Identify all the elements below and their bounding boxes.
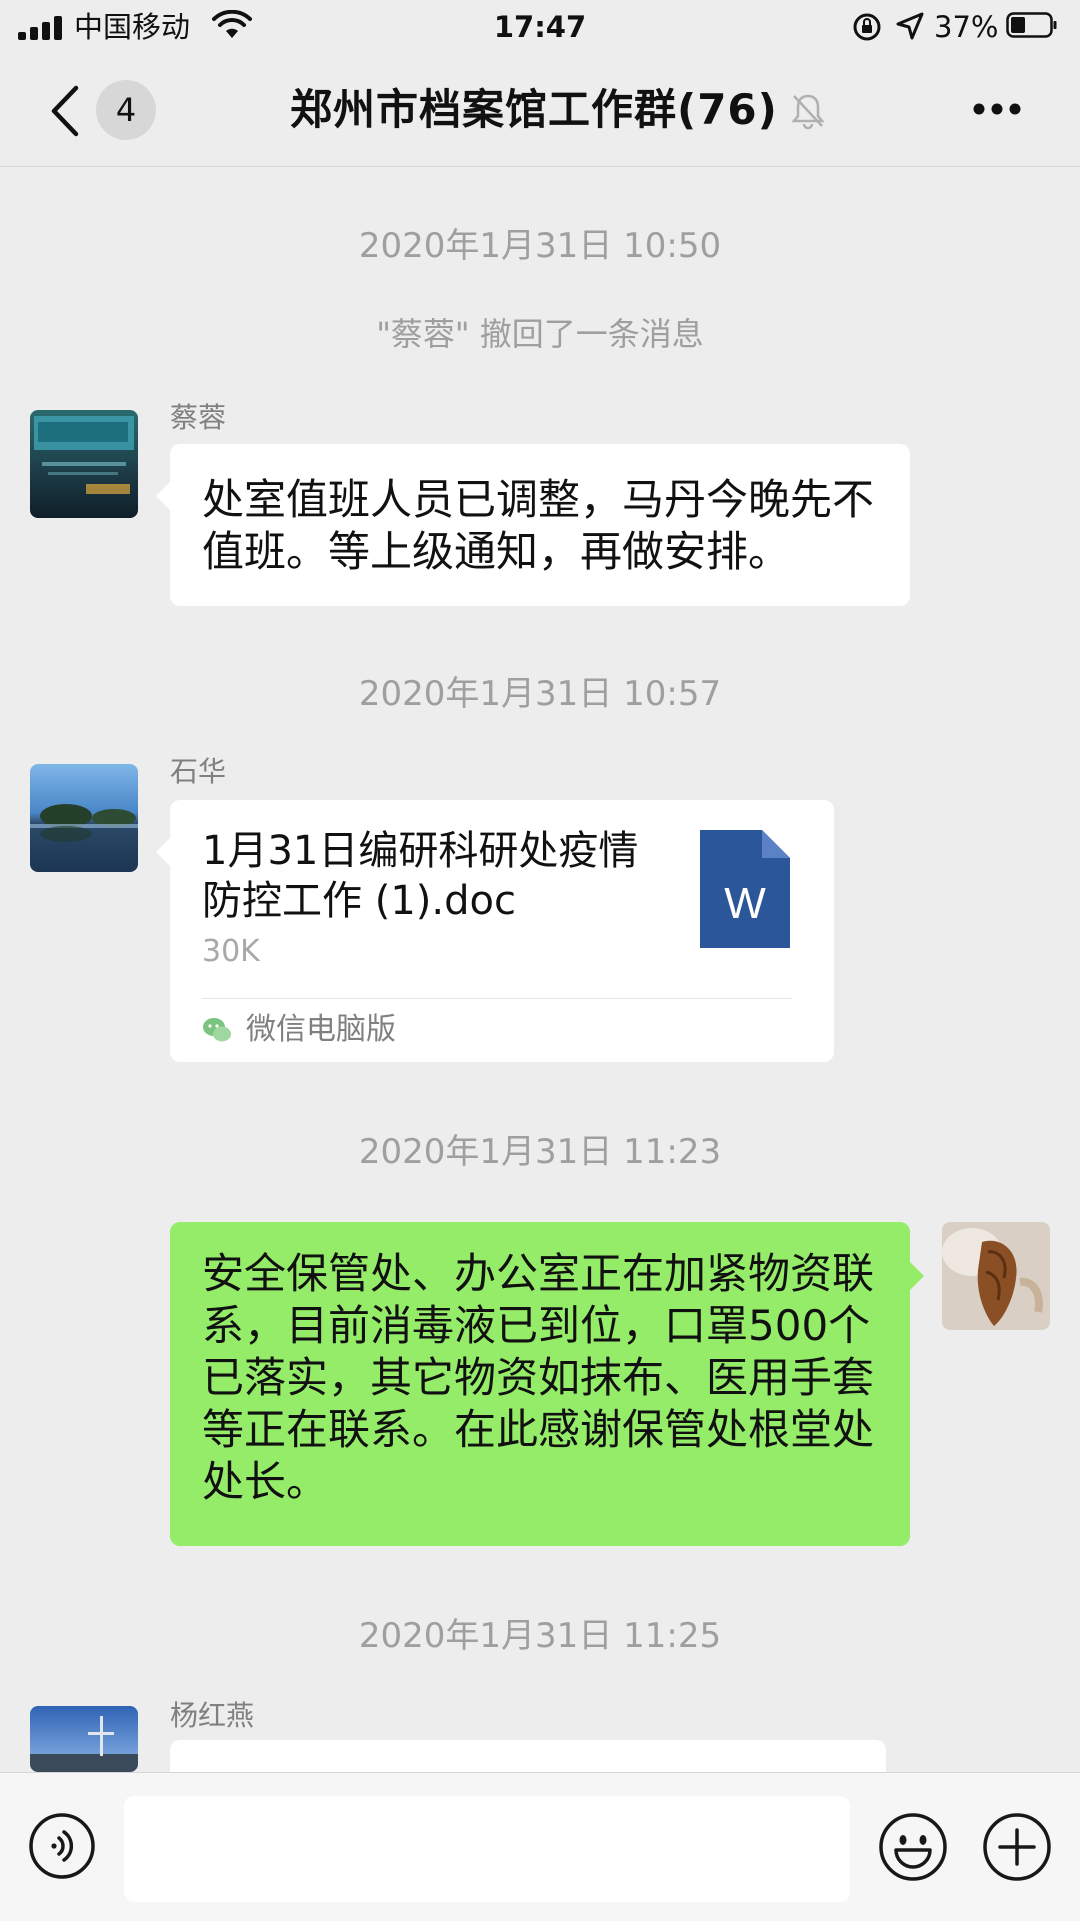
back-arrow-icon[interactable] <box>48 84 82 138</box>
message-timestamp: 2020年1月31日 10:50 <box>358 226 722 266</box>
message-text: 处室值班人员已调整，马丹今晚先不值班。等上级通知，再做安排。 <box>202 475 875 576</box>
battery-icon <box>1006 12 1057 38</box>
more-icon[interactable] <box>972 102 1022 116</box>
chat-title: 郑州市档案馆工作群(76) <box>290 85 778 134</box>
message-timestamp: 2020年1月31日 11:25 <box>358 1616 722 1656</box>
file-card-divider <box>202 998 792 999</box>
self-message-bubble[interactable]: 安全保管处、办公室正在加紧物资联系，目前消毒液已到位，口罩500个已落实，其它物… <box>170 1222 924 1546</box>
word-file-letter: W <box>724 879 766 928</box>
file-size: 30K <box>202 934 260 969</box>
location-arrow-icon <box>896 12 924 40</box>
recall-notice: "蔡蓉" 撤回了一条消息 <box>376 315 704 353</box>
word-file-icon: W <box>700 830 790 948</box>
file-message-card[interactable]: 1月31日编研科研处疫情防控工作 (1).doc 30K W 微信电脑版 <box>156 800 834 1062</box>
wechat-icon <box>203 1018 231 1042</box>
sender-name: 蔡蓉 <box>170 401 227 434</box>
rotation-lock-icon <box>853 13 881 41</box>
avatar[interactable] <box>30 1706 138 1772</box>
voice-icon[interactable] <box>28 1812 96 1880</box>
file-name: 1月31日编研科研处疫情防控工作 (1).doc <box>202 828 639 924</box>
message-timestamp: 2020年1月31日 11:23 <box>358 1132 722 1172</box>
sender-name: 杨红燕 <box>170 1699 255 1732</box>
message-text: 安全保管处、办公室正在加紧物资联系，目前消毒液已到位，口罩500个已落实，其它物… <box>202 1249 875 1506</box>
file-source-label: 微信电脑版 <box>246 1012 396 1047</box>
plus-icon[interactable] <box>982 1812 1052 1882</box>
battery-percent: 37% <box>934 10 999 44</box>
self-avatar[interactable] <box>942 1222 1050 1330</box>
avatar[interactable] <box>30 410 138 518</box>
sender-name: 石华 <box>170 755 227 788</box>
message-bubble[interactable]: 处室值班人员已调整，马丹今晚先不值班。等上级通知，再做安排。 <box>156 444 910 606</box>
message-timestamp: 2020年1月31日 10:57 <box>358 674 722 714</box>
mute-bell-icon <box>791 94 825 130</box>
unread-count-badge[interactable]: 4 <box>96 80 156 140</box>
message-input[interactable] <box>124 1796 850 1902</box>
avatar[interactable] <box>30 764 138 872</box>
emoji-icon[interactable] <box>878 1812 948 1882</box>
